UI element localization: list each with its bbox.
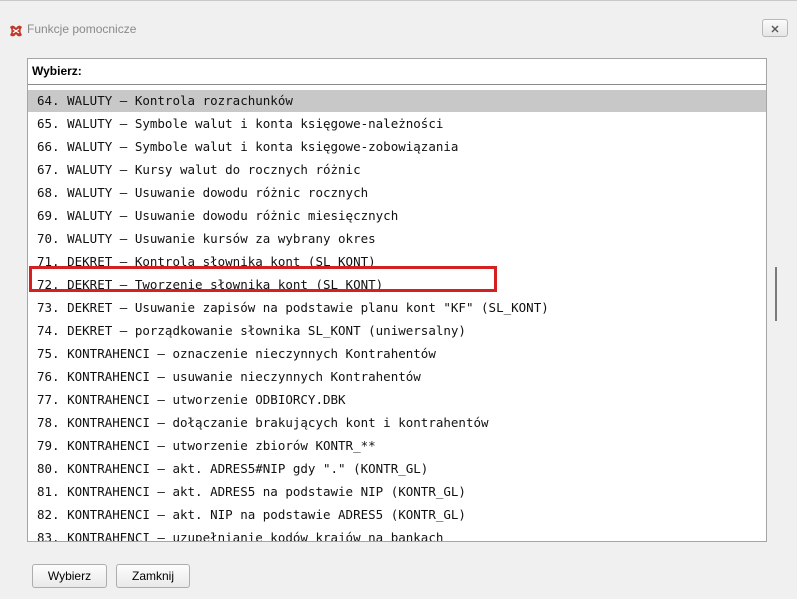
group-label: Wybierz:: [32, 64, 82, 78]
close-button[interactable]: Zamknij: [116, 564, 190, 588]
select-group: Wybierz: 64. WALUTY – Kontrola rozrachun…: [27, 58, 767, 542]
list-item[interactable]: 72. DEKRET – Tworzenie słownika kont (SL…: [28, 274, 766, 296]
select-button[interactable]: Wybierz: [32, 564, 107, 588]
dialog-window: Funkcje pomocnicze Wybierz: 64. WALUTY –…: [0, 0, 797, 599]
close-window-button[interactable]: [762, 19, 788, 37]
list-item[interactable]: 79. KONTRAHENCI – utworzenie zbiorów KON…: [28, 435, 766, 457]
list-item[interactable]: 71. DEKRET – Kontrola słownika kont (SL …: [28, 251, 766, 273]
list-item[interactable]: 80. KONTRAHENCI – akt. ADRES5#NIP gdy ".…: [28, 458, 766, 480]
title-bar: Funkcje pomocnicze: [0, 1, 797, 41]
list-item[interactable]: 78. KONTRAHENCI – dołączanie brakujących…: [28, 412, 766, 434]
window-title: Funkcje pomocnicze: [27, 22, 137, 36]
list-item[interactable]: 81. KONTRAHENCI – akt. ADRES5 na podstaw…: [28, 481, 766, 503]
list-item[interactable]: 74. DEKRET – porządkowanie słownika SL_K…: [28, 320, 766, 342]
list-item[interactable]: 67. WALUTY – Kursy walut do rocznych róż…: [28, 159, 766, 181]
function-list[interactable]: 64. WALUTY – Kontrola rozrachunków 65. WA…: [28, 90, 766, 541]
list-item[interactable]: 83. KONTRAHENCI – uzupełnianie kodów kra…: [28, 527, 766, 541]
list-item[interactable]: 64. WALUTY – Kontrola rozrachunków: [28, 90, 766, 112]
list-item[interactable]: 77. KONTRAHENCI – utworzenie ODBIORCY.DB…: [28, 389, 766, 411]
list-item[interactable]: 75. KONTRAHENCI – oznaczenie nieczynnych…: [28, 343, 766, 365]
app-icon: [9, 23, 23, 37]
list-item[interactable]: 69. WALUTY – Usuwanie dowodu różnic mies…: [28, 205, 766, 227]
list-item[interactable]: 76. KONTRAHENCI – usuwanie nieczynnych K…: [28, 366, 766, 388]
scrollbar-thumb[interactable]: [775, 267, 777, 321]
list-item[interactable]: 66. WALUTY – Symbole walut i konta księg…: [28, 136, 766, 158]
list-item[interactable]: 82. KONTRAHENCI – akt. NIP na podstawie …: [28, 504, 766, 526]
list-item[interactable]: 70. WALUTY – Usuwanie kursów za wybrany …: [28, 228, 766, 250]
list-item[interactable]: 73. DEKRET – Usuwanie zapisów na podstaw…: [28, 297, 766, 319]
group-header: Wybierz:: [28, 59, 766, 85]
list-item[interactable]: 68. WALUTY – Usuwanie dowodu różnic rocz…: [28, 182, 766, 204]
list-item[interactable]: 65. WALUTY – Symbole walut i konta księg…: [28, 113, 766, 135]
close-icon: [770, 19, 780, 38]
